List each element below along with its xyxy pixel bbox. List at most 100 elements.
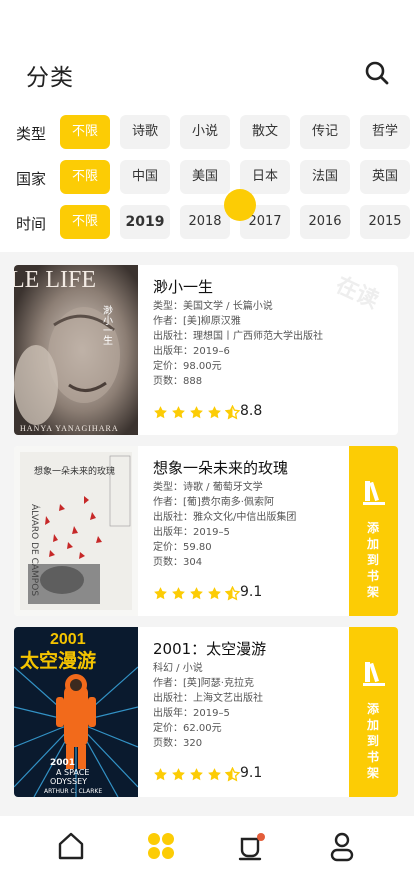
chip-country-usa[interactable]: 美国 xyxy=(180,160,230,194)
chip-country-france[interactable]: 法国 xyxy=(300,160,350,194)
cover-title-3: 太空漫游 xyxy=(20,649,96,672)
filter-label-time: 时间 xyxy=(16,215,47,233)
book-cover-1: LE LIFE 渺小一生 HANYA YANAGIHARA xyxy=(14,265,138,435)
book-year-3: 出版年：2019–5 xyxy=(153,708,230,719)
chip-country-any[interactable]: 不限 xyxy=(60,160,110,194)
chip-country-china[interactable]: 中国 xyxy=(120,160,170,194)
book-rating-2: 9.1 xyxy=(240,584,263,600)
star-icon xyxy=(208,768,221,781)
star-icon xyxy=(190,768,203,781)
half-star-icon xyxy=(225,405,240,420)
book-publisher-2: 出版社：雅众文化/中信出版集团 xyxy=(153,512,297,523)
chip-type-any[interactable]: 不限 xyxy=(60,115,110,149)
book-card-3[interactable]: 2001 太空漫游 2001 A SPACE ODYSSEY ARTHUR C.… xyxy=(14,627,398,797)
chip-type-philosophy[interactable]: 哲学 xyxy=(360,115,410,149)
book-type-2: 类型：诗歌 / 葡萄牙文学 xyxy=(153,482,263,493)
chip-time-2018[interactable]: 2018 xyxy=(180,205,230,239)
filter-label-country: 国家 xyxy=(16,170,47,188)
cover-author-1: HANYA YANAGIHARA xyxy=(20,424,119,433)
book-type-1: 类型：美国文学 / 长篇小说 xyxy=(153,301,273,312)
book-publisher-1: 出版社：理想国丨广西师范大学出版社 xyxy=(153,331,323,342)
search-icon xyxy=(365,61,389,85)
chip-type-prose[interactable]: 散文 xyxy=(240,115,290,149)
book-publisher-3: 出版社：上海文艺出版社 xyxy=(153,693,263,704)
book-pages-3: 页数：320 xyxy=(153,738,203,749)
star-icon xyxy=(172,768,185,781)
chip-type-novel[interactable]: 小说 xyxy=(180,115,230,149)
book-pages-2: 页数：304 xyxy=(153,557,203,568)
chip-time-2019[interactable]: 2019 xyxy=(120,205,170,239)
star-icon xyxy=(190,587,203,600)
category-icon xyxy=(148,833,174,859)
cover-spine-1: 渺小一生 xyxy=(101,305,113,345)
book-title-1: 渺小一生 xyxy=(153,278,214,296)
star-icon xyxy=(154,587,167,600)
book-card-2[interactable]: 想象一朵未来的玫瑰 ÁLVARO DE CAMPOS 想象一朵未来的玫瑰 类型：… xyxy=(14,446,398,616)
half-star-icon xyxy=(225,586,240,601)
rating-stars-2 xyxy=(153,586,240,602)
page-title: 分类 xyxy=(26,65,74,91)
book-year-2: 出版年：2019–5 xyxy=(153,527,230,538)
bottom-nav xyxy=(0,816,414,896)
cover-en-3: ODYSSEY xyxy=(50,777,87,786)
rating-stars-1 xyxy=(153,405,240,421)
drag-indicator[interactable] xyxy=(224,189,256,221)
cover-title-1: LE LIFE xyxy=(14,267,96,293)
book-author-3: 作者：[英]阿瑟·克拉克 xyxy=(153,678,254,689)
book-price-1: 定价：98.00元 xyxy=(153,361,222,372)
book-author-1: 作者：[美]柳原汉雅 xyxy=(153,316,241,327)
nav-reading[interactable] xyxy=(232,826,272,866)
star-icon xyxy=(208,587,221,600)
add-to-shelf-label-3: 添加到书架 xyxy=(366,702,379,780)
chip-type-biography[interactable]: 传记 xyxy=(300,115,350,149)
search-button[interactable] xyxy=(362,58,392,88)
bookshelf-icon xyxy=(363,662,385,686)
book-title-2: 想象一朵未来的玫瑰 xyxy=(153,459,289,477)
chip-time-any[interactable]: 不限 xyxy=(60,205,110,239)
chip-country-uk[interactable]: 英国 xyxy=(360,160,410,194)
chip-type-poetry[interactable]: 诗歌 xyxy=(120,115,170,149)
book-price-2: 定价：59.80 xyxy=(153,542,212,553)
book-card-1[interactable]: LE LIFE 渺小一生 HANYA YANAGIHARA 在读 渺小一生 类型… xyxy=(14,265,398,435)
filter-row-type: 类型 不限 诗歌 小说 散文 传记 哲学 xyxy=(0,115,414,151)
filter-row-time: 时间 不限 2019 2018 2017 2016 2015 xyxy=(0,205,414,241)
star-icon xyxy=(172,406,185,419)
header: 分类 类型 不限 诗歌 小说 散文 传记 哲学 国家 不限 中国 美国 日本 法… xyxy=(0,0,414,252)
rating-stars-3 xyxy=(153,767,240,783)
chip-time-2015[interactable]: 2015 xyxy=(360,205,410,239)
chip-country-japan[interactable]: 日本 xyxy=(240,160,290,194)
book-rating-3: 9.1 xyxy=(240,765,263,781)
cover-title-2: 想象一朵未来的玫瑰 xyxy=(34,465,115,477)
star-icon xyxy=(154,406,167,419)
star-icon xyxy=(208,406,221,419)
book-year-1: 出版年：2019–6 xyxy=(153,346,230,357)
star-icon xyxy=(154,768,167,781)
add-to-shelf-button-2[interactable]: 添加到书架 xyxy=(349,446,398,616)
book-rating-1: 8.8 xyxy=(240,403,263,419)
cover-year-3: 2001 xyxy=(50,631,86,648)
book-title-3: 2001：太空漫游 xyxy=(153,640,267,658)
cover-en-2: A SPACE xyxy=(56,768,89,777)
nav-category[interactable] xyxy=(141,826,181,866)
cover-en-1: 2001 xyxy=(50,758,75,768)
cover-en-4: ARTHUR C. CLARKE xyxy=(44,788,102,795)
book-pages-1: 页数：888 xyxy=(153,376,203,387)
home-icon xyxy=(58,832,84,860)
star-icon xyxy=(172,587,185,600)
profile-icon xyxy=(330,832,354,862)
add-to-shelf-label-2: 添加到书架 xyxy=(366,521,379,599)
book-type-3: 科幻 / 小说 xyxy=(153,663,203,674)
bookshelf-icon xyxy=(363,481,385,505)
half-star-icon xyxy=(225,767,240,782)
nav-profile[interactable] xyxy=(322,826,362,866)
book-price-3: 定价：62.00元 xyxy=(153,723,222,734)
book-cover-3: 2001 太空漫游 2001 A SPACE ODYSSEY ARTHUR C.… xyxy=(14,627,138,797)
star-icon xyxy=(190,406,203,419)
book-cover-2: 想象一朵未来的玫瑰 ÁLVARO DE CAMPOS xyxy=(14,446,138,616)
add-to-shelf-button-3[interactable]: 添加到书架 xyxy=(349,627,398,797)
filter-row-country: 国家 不限 中国 美国 日本 法国 英国 xyxy=(0,160,414,196)
chip-time-2016[interactable]: 2016 xyxy=(300,205,350,239)
book-author-2: 作者：[葡]费尔南多·佩索阿 xyxy=(153,497,274,508)
reading-icon xyxy=(238,833,265,861)
nav-home[interactable] xyxy=(51,826,91,866)
